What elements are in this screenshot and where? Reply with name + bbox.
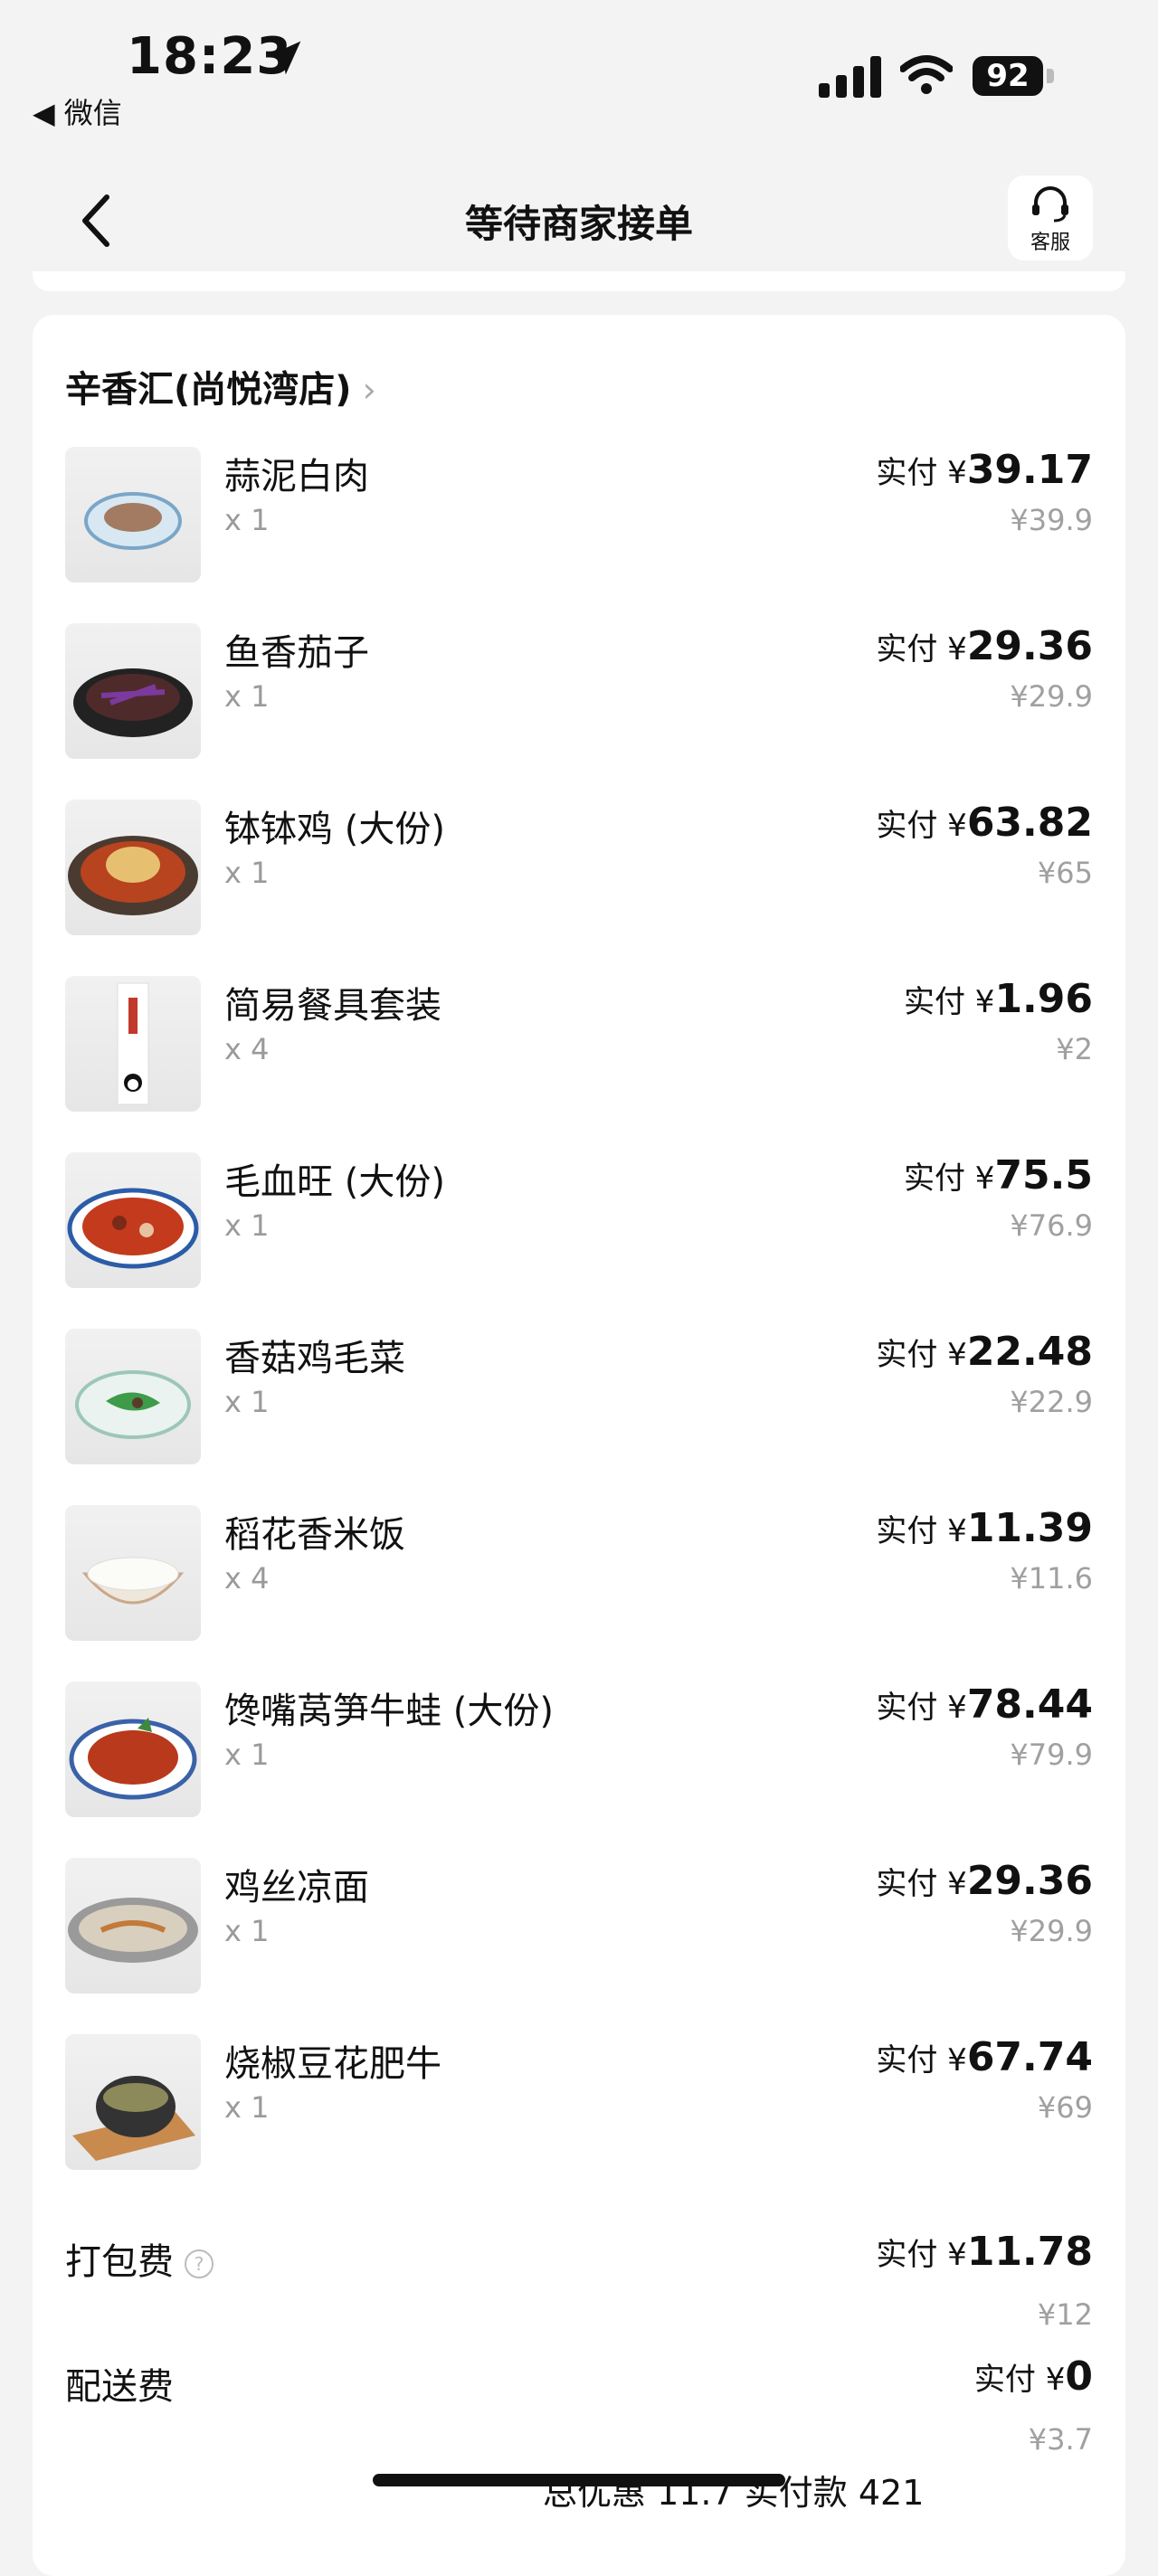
item-original-price: ¥69 (1037, 2090, 1093, 2125)
dish-image (65, 2034, 201, 2170)
location-arrow-icon (267, 41, 301, 75)
order-item[interactable]: 香菇鸡毛菜 x 1 实付 ¥22.48 ¥22.9 (65, 1329, 1093, 1464)
item-paid-price: 实付 ¥29.36 (876, 1858, 1093, 1904)
order-item[interactable]: 钵钵鸡 (大份) x 1 实付 ¥63.82 ¥65 (65, 800, 1093, 935)
previous-card-edge (33, 271, 1125, 291)
item-original-price: ¥65 (1037, 856, 1093, 890)
packaging-fee-label: 打包费? (65, 2232, 214, 2285)
item-name: 钵钵鸡 (大份) (224, 809, 445, 850)
order-item[interactable]: 鸡丝凉面 x 1 实付 ¥29.36 ¥29.9 (65, 1858, 1093, 1994)
delivery-fee-row: 配送费 实付 ¥0 ¥3.7 (65, 2353, 1093, 2466)
item-name: 毛血旺 (大份) (224, 1161, 445, 1203)
item-name: 馋嘴莴笋牛蛙 (大份) (224, 1690, 554, 1732)
order-item[interactable]: 稻花香米饭 x 4 实付 ¥11.39 ¥11.6 (65, 1505, 1093, 1641)
order-item[interactable]: 蒜泥白肉 x 1 实付 ¥39.17 ¥39.9 (65, 447, 1093, 582)
packaging-fee-paid: 实付 ¥11.78 (876, 2229, 1093, 2275)
item-original-price: ¥2 (1056, 1032, 1093, 1066)
item-original-price: ¥11.6 (1010, 1561, 1093, 1596)
item-name: 鱼香茄子 (224, 632, 369, 674)
shop-link[interactable]: 辛香汇(尚悦湾店) › (65, 360, 376, 412)
battery-icon: 92 (973, 56, 1054, 98)
item-quantity: x 1 (224, 1385, 270, 1419)
shop-name: 辛香汇(尚悦湾店) (65, 369, 352, 411)
item-name: 蒜泥白肉 (224, 456, 369, 497)
item-quantity: x 4 (224, 1561, 270, 1596)
dish-image (65, 976, 201, 1112)
item-paid-price: 实付 ¥1.96 (903, 976, 1093, 1022)
dish-image (65, 623, 201, 759)
customer-service-button[interactable]: 客服 (1008, 175, 1093, 260)
item-original-price: ¥76.9 (1010, 1208, 1093, 1243)
delivery-fee-original: ¥3.7 (1028, 2422, 1093, 2457)
order-item[interactable]: 烧椒豆花肥牛 x 1 实付 ¥67.74 ¥69 (65, 2034, 1093, 2170)
item-paid-price: 实付 ¥11.39 (876, 1505, 1093, 1551)
dish-image (65, 800, 201, 935)
wifi-icon (900, 55, 953, 94)
page-title: 等待商家接单 (464, 202, 693, 246)
item-name: 稻花香米饭 (224, 1514, 405, 1556)
delivery-fee-label: 配送费 (65, 2366, 174, 2408)
item-quantity: x 1 (224, 1208, 270, 1243)
dish-image (65, 1858, 201, 1994)
item-original-price: ¥79.9 (1010, 1738, 1093, 1772)
item-name: 鸡丝凉面 (224, 1867, 369, 1908)
customer-service-label: 客服 (1030, 232, 1070, 254)
delivery-fee-paid: 实付 ¥0 (973, 2353, 1093, 2400)
packaging-fee-original: ¥12 (1037, 2297, 1093, 2332)
item-paid-price: 实付 ¥39.17 (876, 447, 1093, 493)
chevron-right-icon: › (362, 370, 376, 410)
item-quantity: x 1 (224, 856, 270, 890)
item-paid-price: 实付 ¥22.48 (876, 1329, 1093, 1375)
item-paid-price: 实付 ¥63.82 (876, 800, 1093, 846)
dish-image (65, 1681, 201, 1817)
order-item[interactable]: 馋嘴莴笋牛蛙 (大份) x 1 实付 ¥78.44 ¥79.9 (65, 1681, 1093, 1817)
status-bar: 18:23 ◀ 微信 92 (0, 0, 1158, 145)
nav-header: 等待商家接单 客服 (0, 172, 1158, 271)
item-paid-price: 实付 ¥29.36 (876, 623, 1093, 669)
item-quantity: x 1 (224, 1738, 270, 1772)
battery-level: 92 (973, 56, 1043, 96)
dish-image (65, 1505, 201, 1641)
order-item[interactable]: 鱼香茄子 x 1 实付 ¥29.36 ¥29.9 (65, 623, 1093, 759)
item-name: 简易餐具套装 (224, 985, 441, 1027)
order-item[interactable]: 简易餐具套装 x 4 实付 ¥1.96 ¥2 (65, 976, 1093, 1112)
item-quantity: x 1 (224, 503, 270, 537)
help-icon[interactable]: ? (185, 2249, 214, 2278)
packaging-fee-row: 打包费? 实付 ¥11.78 ¥12 (65, 2229, 1093, 2341)
dish-image (65, 1152, 201, 1288)
cellular-signal-icon (819, 56, 881, 98)
item-quantity: x 4 (224, 1032, 270, 1066)
item-paid-price: 实付 ¥75.5 (903, 1152, 1093, 1198)
home-indicator[interactable] (373, 2474, 785, 2486)
order-item[interactable]: 毛血旺 (大份) x 1 实付 ¥75.5 ¥76.9 (65, 1152, 1093, 1288)
item-quantity: x 1 (224, 679, 270, 714)
item-name: 烧椒豆花肥牛 (224, 2043, 441, 2085)
back-to-wechat-link[interactable]: ◀ 微信 (33, 90, 122, 132)
dish-image (65, 447, 201, 582)
item-original-price: ¥29.9 (1010, 1914, 1093, 1948)
dish-image (65, 1329, 201, 1464)
item-quantity: x 1 (224, 1914, 270, 1948)
item-paid-price: 实付 ¥78.44 (876, 1681, 1093, 1728)
item-name: 香菇鸡毛菜 (224, 1338, 405, 1379)
order-card: 辛香汇(尚悦湾店) › 蒜泥白肉 x 1 实付 ¥39.17 ¥39.9 鱼香茄子… (33, 315, 1125, 2576)
item-original-price: ¥39.9 (1010, 503, 1093, 537)
headset-icon (1032, 186, 1068, 223)
item-original-price: ¥29.9 (1010, 679, 1093, 714)
order-summary: 总优惠 11.7 实付款 421 (543, 2473, 925, 2513)
item-paid-price: 实付 ¥67.74 (876, 2034, 1093, 2080)
item-quantity: x 1 (224, 2090, 270, 2125)
item-original-price: ¥22.9 (1010, 1385, 1093, 1419)
